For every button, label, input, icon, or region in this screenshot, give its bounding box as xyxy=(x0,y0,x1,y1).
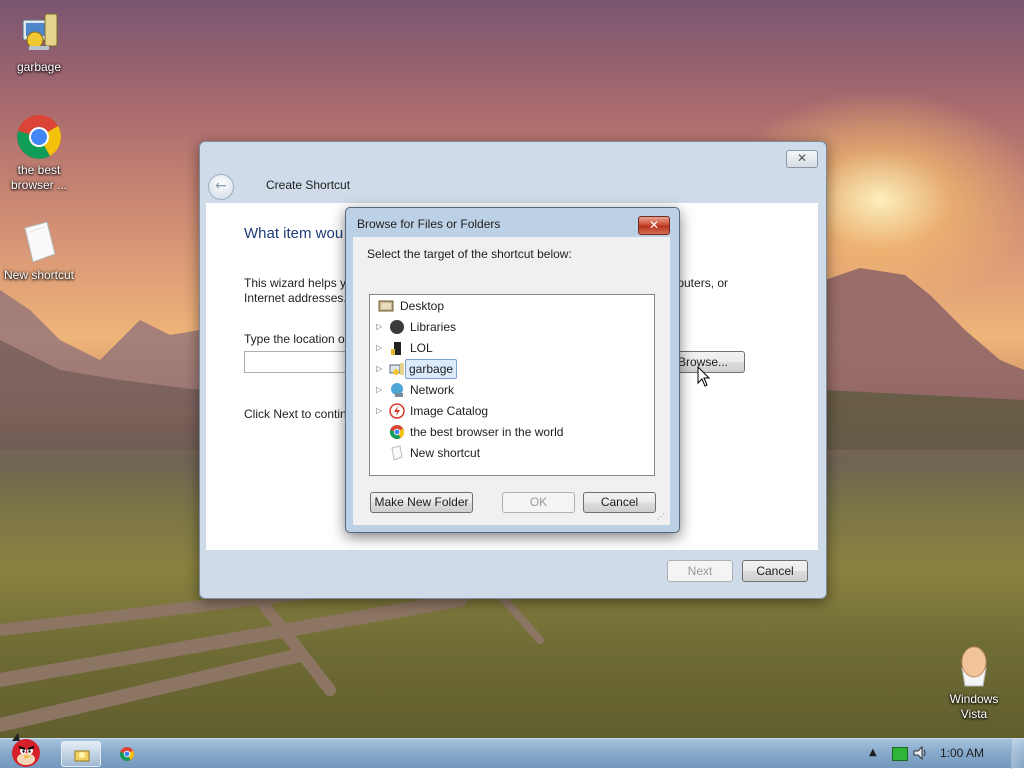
desktop-icon-garbage[interactable]: garbage xyxy=(0,10,78,75)
browse-cancel-button[interactable]: Cancel xyxy=(583,492,656,513)
click-next-text: Click Next to contin xyxy=(244,407,347,421)
expand-arrow-icon[interactable]: ▷ xyxy=(376,380,386,400)
next-button[interactable]: Next xyxy=(667,560,733,582)
taskbar-clock[interactable]: 1:00 AM xyxy=(940,746,984,760)
desktop-icon-label: garbage xyxy=(16,60,62,74)
desktop-icon-label: Windows Vista xyxy=(949,692,999,721)
expand-arrow-icon[interactable]: ▷ xyxy=(376,317,386,337)
browse-dialog-title: Browse for Files or Folders xyxy=(357,217,501,231)
tree-item-label: Network xyxy=(410,383,455,397)
taskbar-explorer-button[interactable] xyxy=(61,741,101,767)
desktop-icon-windows-vista[interactable]: Windows Vista xyxy=(935,642,1013,722)
taskbar: ▲ 1:00 AM xyxy=(0,733,1024,769)
browse-dialog-close-button[interactable]: ✕ xyxy=(638,216,670,235)
show-hidden-icon[interactable]: ▲ xyxy=(869,747,877,758)
desktop-icon-label: New shortcut xyxy=(3,268,75,282)
tree-item-new-shortcut[interactable]: New shortcut xyxy=(376,443,646,463)
wizard-description-left: This wizard helps y xyxy=(244,276,347,290)
user-folder-icon xyxy=(389,340,405,356)
tree-item-libraries[interactable]: ▷ Libraries xyxy=(376,317,646,337)
back-arrow-icon[interactable]: ← xyxy=(208,174,234,200)
tree-item-desktop[interactable]: Desktop xyxy=(376,296,646,316)
tree-item-label: Image Catalog xyxy=(410,404,489,418)
browse-prompt: Select the target of the shortcut below: xyxy=(367,247,572,261)
tree-item-label: Desktop xyxy=(400,299,445,313)
shortcut-file-icon xyxy=(389,445,405,461)
make-new-folder-button[interactable]: Make New Folder xyxy=(370,492,473,513)
libraries-icon xyxy=(389,319,405,335)
tree-item-garbage[interactable]: ▷ garbage xyxy=(376,359,646,379)
ok-button[interactable]: OK xyxy=(502,492,575,513)
wizard-cancel-button[interactable]: Cancel xyxy=(742,560,808,582)
chrome-icon xyxy=(15,113,63,161)
expand-arrow-icon[interactable]: ▷ xyxy=(376,359,386,379)
tree-item-best-browser[interactable]: the best browser in the world xyxy=(376,422,646,442)
vista-egg-icon xyxy=(950,642,998,690)
desktop-icon-browser[interactable]: the best browser ... xyxy=(0,113,78,193)
expand-arrow-icon[interactable]: ▷ xyxy=(376,401,386,421)
tree-item-network[interactable]: ▷ Network xyxy=(376,380,646,400)
tree-item-label: New shortcut xyxy=(410,446,481,460)
browse-dialog: Browse for Files or Folders ✕ Select the… xyxy=(345,207,680,533)
volume-icon[interactable] xyxy=(912,744,930,765)
tree-item-label: the best browser in the world xyxy=(410,425,564,439)
computer-drive-icon xyxy=(15,10,63,58)
battery-icon[interactable] xyxy=(892,747,908,761)
wizard-footer: Next Cancel xyxy=(206,550,818,594)
wizard-heading: What item wou xyxy=(244,225,344,242)
expand-arrow-icon[interactable]: ▷ xyxy=(376,338,386,358)
wizard-description-line2: Internet addresses. xyxy=(244,291,347,305)
folder-tree[interactable]: Desktop ▷ Libraries ▷ LOL ▷ garbage ▷ Ne… xyxy=(369,294,655,476)
tree-item-label: LOL xyxy=(410,341,433,355)
image-catalog-icon xyxy=(389,403,405,419)
network-icon xyxy=(389,382,405,398)
desktop-icon-new-shortcut[interactable]: New shortcut xyxy=(0,218,78,283)
tree-item-label: Libraries xyxy=(410,320,457,334)
chrome-icon xyxy=(389,424,405,440)
mouse-cursor-icon xyxy=(697,366,711,387)
chrome-icon xyxy=(119,746,135,765)
tree-item-label: garbage xyxy=(405,359,458,379)
location-label: Type the location o xyxy=(244,332,345,346)
computer-icon xyxy=(389,361,405,377)
resize-grip-icon[interactable]: ⋰ xyxy=(657,512,667,522)
show-desktop-button[interactable] xyxy=(1011,739,1024,769)
desktop-icon xyxy=(378,298,394,314)
tree-item-lol[interactable]: ▷ LOL xyxy=(376,338,646,358)
browse-dialog-body: Select the target of the shortcut below:… xyxy=(353,237,670,525)
desktop-icon-label: the best browser ... xyxy=(10,163,67,192)
blank-file-icon xyxy=(15,218,63,266)
angry-bird-start-icon[interactable] xyxy=(4,731,50,767)
taskbar-chrome-button[interactable] xyxy=(115,741,141,767)
explorer-icon xyxy=(73,746,91,767)
tree-item-image-catalog[interactable]: ▷ Image Catalog xyxy=(376,401,646,421)
wizard-title: Create Shortcut xyxy=(266,178,351,192)
wizard-close-button[interactable]: ✕ xyxy=(786,150,818,168)
